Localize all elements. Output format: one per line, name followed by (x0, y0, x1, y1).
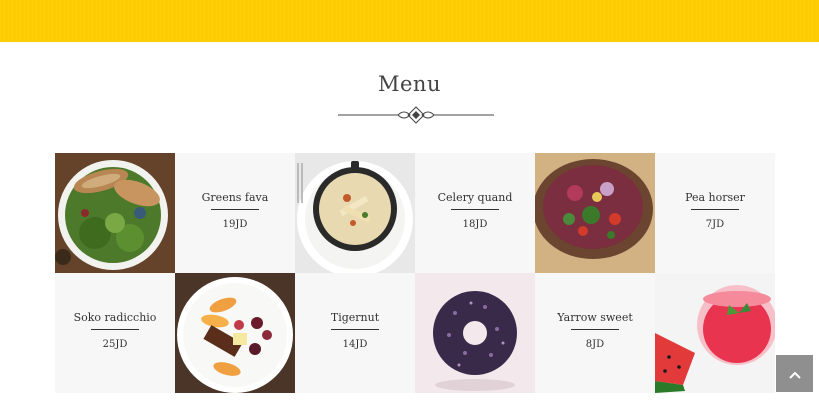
dessert-plate-image (175, 273, 295, 393)
ornament-divider-icon (338, 104, 494, 126)
section-title: Menu (378, 72, 441, 96)
menu-item-card[interactable]: Greens fava 19JD (175, 153, 295, 273)
donut-image (415, 273, 535, 393)
item-price: 14JD (342, 339, 368, 350)
menu-item-card[interactable]: Pea horser 7JD (655, 153, 775, 273)
menu-item-card[interactable]: Tigernut 14JD (295, 273, 415, 393)
menu-item-card[interactable]: Soko radicchio 25JD (55, 273, 175, 393)
item-name: Celery quand (437, 191, 513, 204)
item-name: Greens fava (201, 191, 269, 204)
item-divider (211, 209, 259, 210)
item-divider (691, 209, 739, 210)
item-name: Pea horser (685, 191, 745, 204)
menu-grid: Greens fava 19JD Celery quand 18JD Pea h… (55, 153, 775, 393)
chevron-up-icon (788, 364, 801, 383)
item-price: 18JD (462, 219, 488, 230)
salad-bread-image (55, 153, 175, 273)
item-divider (451, 209, 499, 210)
item-name: Tigernut (330, 311, 380, 324)
item-divider (571, 329, 619, 330)
item-price: 8JD (585, 339, 605, 350)
watermelon-drink-image (655, 273, 775, 393)
menu-item-card[interactable]: Celery quand 18JD (415, 153, 535, 273)
item-divider (331, 329, 379, 330)
vegetable-bowl-image (535, 153, 655, 273)
menu-item-card[interactable]: Yarrow sweet 8JD (535, 273, 655, 393)
pasta-pot-image (295, 153, 415, 273)
item-name: Yarrow sweet (557, 311, 633, 324)
item-price: 19JD (222, 219, 248, 230)
item-name: Soko radicchio (73, 311, 157, 324)
item-divider (91, 329, 139, 330)
top-header-bar (0, 0, 819, 42)
item-price: 25JD (102, 339, 128, 350)
scroll-to-top-button[interactable] (776, 355, 813, 392)
item-price: 7JD (705, 219, 725, 230)
